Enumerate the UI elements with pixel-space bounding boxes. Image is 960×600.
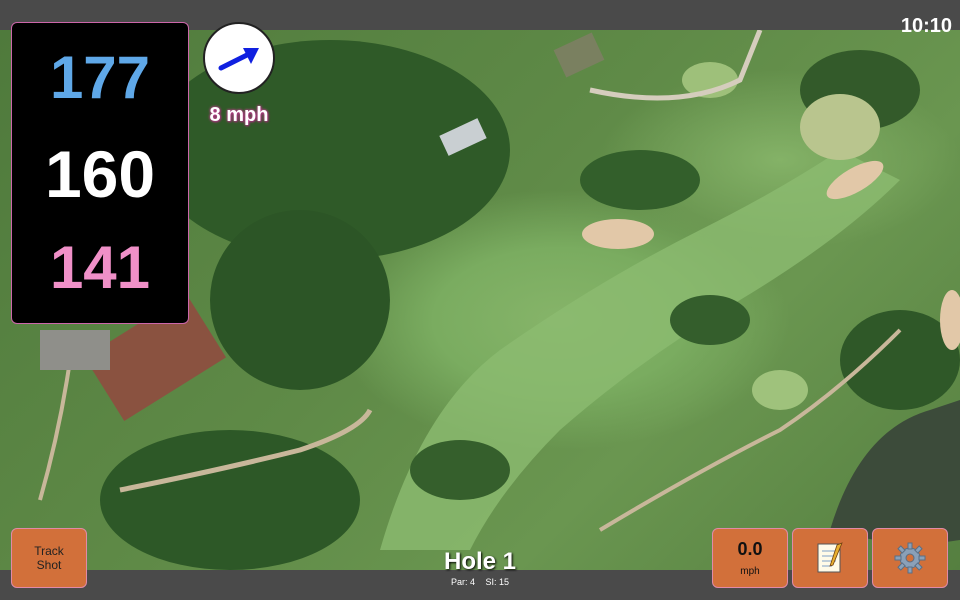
hole-title: Hole 1 [443, 548, 517, 575]
hole-stroke-index: SI: 15 [485, 577, 510, 587]
status-clock: 10:10 [900, 15, 952, 37]
green [752, 370, 808, 410]
middle-yardage: 160 [44, 137, 156, 211]
track-shot-button[interactable]: Track Shot [11, 528, 87, 588]
wind-indicator[interactable] [203, 22, 275, 94]
parking-lot [40, 330, 110, 370]
track-shot-label-line1: Track [34, 544, 64, 558]
speed-value: 0.0 [737, 539, 763, 559]
wind-speed-label: 8 mph [209, 104, 269, 126]
settings-button[interactable] [872, 528, 948, 588]
front-yardage: 141 [49, 234, 151, 301]
notepad-icon [817, 542, 843, 573]
tree-cluster [210, 210, 390, 390]
hole-info: Par: 4 SI: 15 [380, 577, 580, 587]
track-shot-label-line2: Shot [36, 558, 62, 572]
bunker [582, 219, 654, 249]
gear-icon [894, 542, 926, 574]
tree-cluster [410, 440, 510, 500]
speed-button[interactable]: 0.0 mph [712, 528, 788, 588]
pond [830, 400, 960, 544]
wind-direction-arrow-icon [218, 48, 259, 71]
tree-cluster [670, 295, 750, 345]
tree-cluster [580, 150, 700, 210]
speed-unit: mph [740, 566, 760, 577]
hole-par: Par: 4 [450, 577, 475, 587]
notes-button[interactable] [792, 528, 868, 588]
yardage-panel: 177 160 141 [11, 22, 189, 324]
cart-path [38, 359, 72, 501]
building [553, 32, 605, 78]
green [800, 94, 880, 160]
tree-cluster [100, 430, 360, 570]
back-yardage: 177 [49, 44, 151, 111]
